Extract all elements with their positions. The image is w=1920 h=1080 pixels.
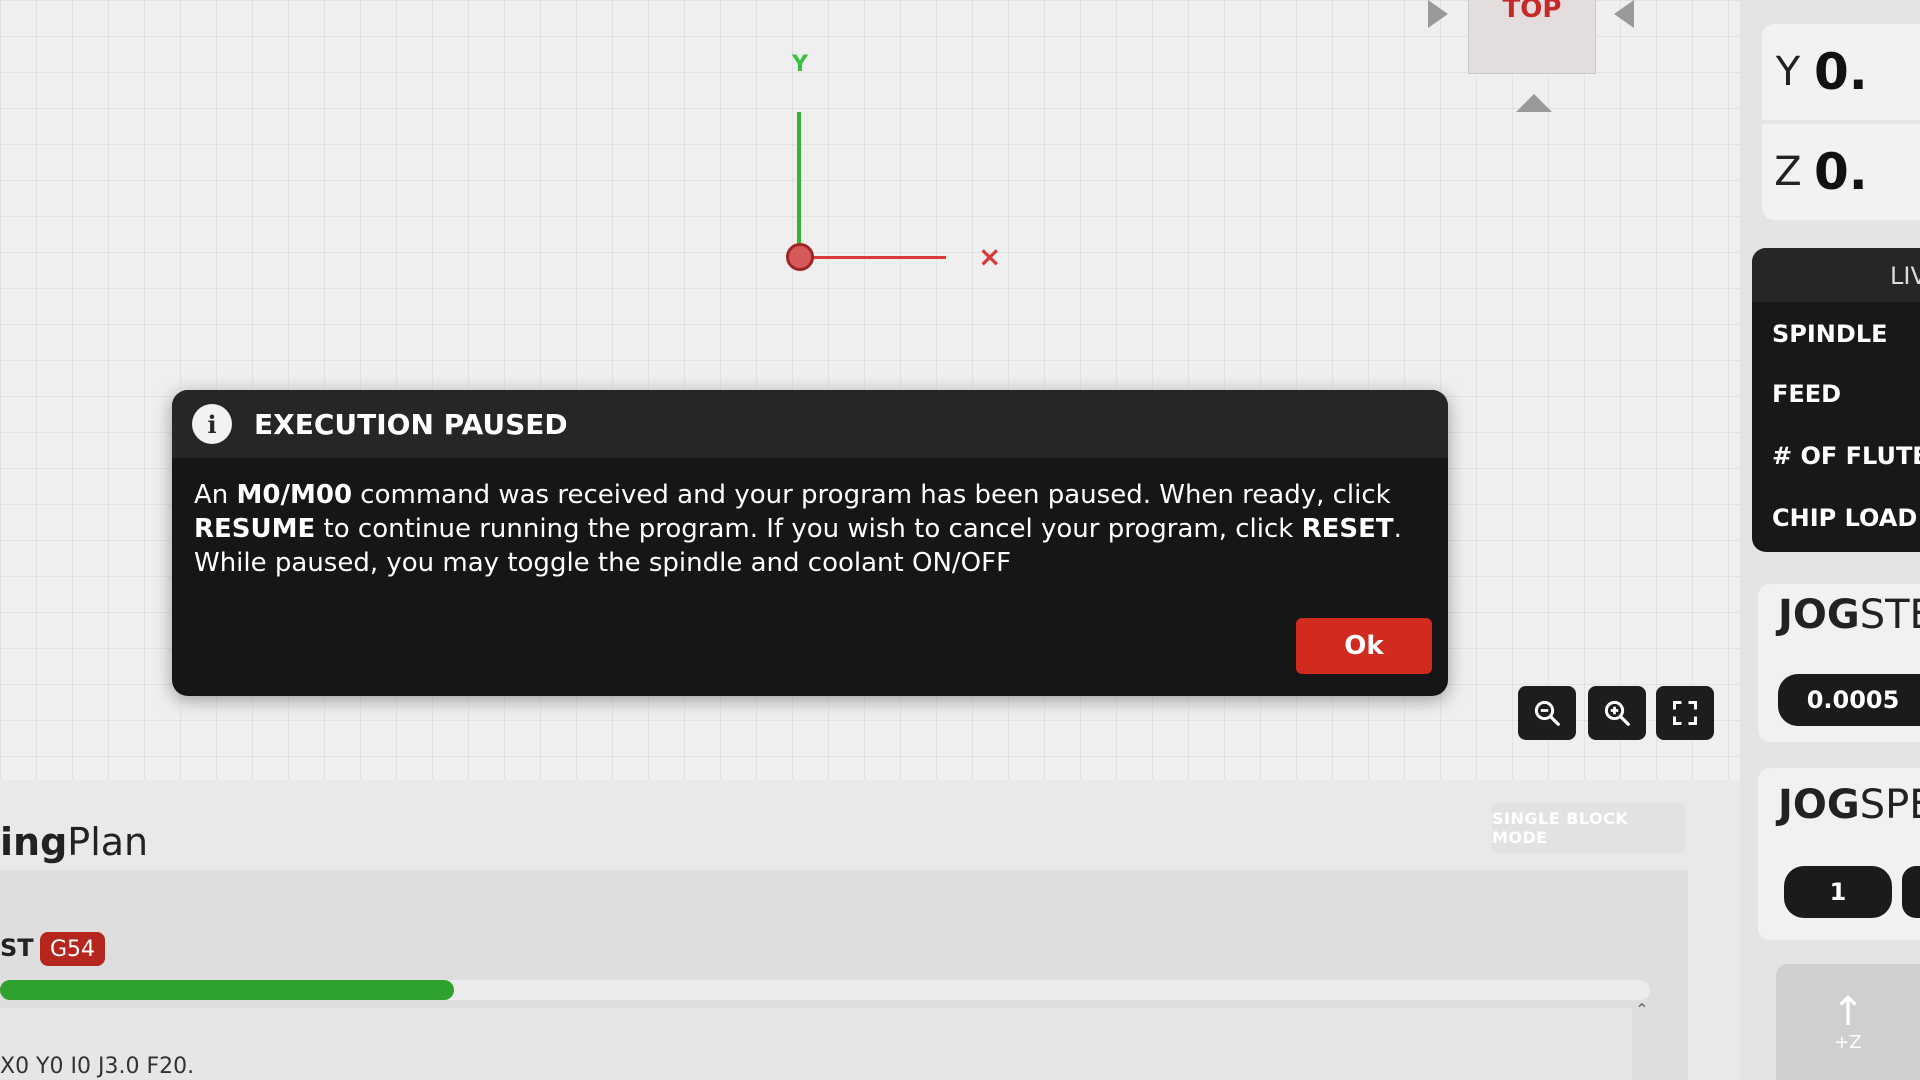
gcode-line: X0 Y0 I0 J3.0 F20.	[0, 1054, 195, 1079]
dialog-title: EXECUTION PAUSED	[254, 407, 568, 441]
jog-step-title-rest: STE	[1859, 592, 1920, 638]
live-feed-label: FEED	[1772, 380, 1842, 408]
zoom-out-button[interactable]	[1518, 686, 1576, 740]
fullscreen-icon	[1672, 700, 1698, 726]
view-cube-top[interactable]: TOP	[1468, 0, 1596, 74]
program-status: ST	[0, 934, 34, 962]
ok-button[interactable]: Ok	[1296, 618, 1432, 674]
dro-value-y: 0.	[1814, 43, 1868, 101]
zoom-in-button[interactable]	[1588, 686, 1646, 740]
origin-marker	[786, 243, 814, 271]
dro-axis-y: Y	[1775, 49, 1801, 95]
wcs-badge: G54	[40, 932, 106, 966]
jog-step-panel: JOGSTE 0.0005	[1758, 584, 1920, 742]
dialog-message: An M0/M00 command was received and your …	[172, 458, 1448, 580]
single-block-mode-button[interactable]: SINGLE BLOCK MODE	[1492, 802, 1686, 854]
progress-bar	[0, 980, 1650, 1000]
fullscreen-button[interactable]	[1656, 686, 1714, 740]
live-flutes-label: # OF FLUTES	[1772, 442, 1920, 470]
zoom-out-icon	[1534, 700, 1560, 726]
view-rotate-left-icon[interactable]	[1428, 0, 1448, 28]
arrow-up-icon: ↑	[1831, 988, 1865, 1035]
program-title-rest: Plan	[67, 820, 149, 864]
jog-z-plus-button[interactable]: ↑ +Z	[1776, 964, 1920, 1080]
progress-fill	[0, 980, 454, 1000]
program-title-bold: ing	[0, 820, 68, 864]
axis-x-line	[800, 256, 946, 259]
scroll-up-icon[interactable]: ⌃	[1632, 1000, 1652, 1022]
program-title: ingPlan	[0, 820, 148, 864]
live-chipload-label: CHIP LOAD	[1772, 504, 1918, 532]
dro-row-z[interactable]: Z 0.	[1762, 124, 1920, 220]
view-rotate-right-icon[interactable]	[1614, 0, 1634, 28]
jog-speed-value-button[interactable]: 1	[1784, 866, 1892, 918]
dialog-text-2: command was received and your program ha…	[352, 480, 1391, 510]
jog-step-title: JOGSTE	[1778, 592, 1920, 638]
jog-step-value-button[interactable]: 0.0005	[1778, 674, 1920, 726]
jog-speed-panel: JOGSPE 1	[1758, 768, 1920, 940]
live-panel: LIV SPINDLE FEED # OF FLUTES CHIP LOAD	[1752, 248, 1920, 552]
jog-speed-next-button[interactable]	[1902, 866, 1920, 918]
dialog-header: i EXECUTION PAUSED	[172, 390, 1448, 458]
live-spindle-label: SPINDLE	[1772, 320, 1888, 348]
dro-row-y[interactable]: Y 0.	[1762, 24, 1920, 120]
jog-speed-title: JOGSPE	[1778, 782, 1920, 828]
jog-speed-title-bold: JOG	[1778, 782, 1860, 828]
dialog-resume-word: RESUME	[194, 514, 316, 544]
dro-value-z: 0.	[1814, 143, 1868, 201]
jog-speed-title-rest: SPE	[1859, 782, 1920, 828]
view-cube-label: TOP	[1502, 0, 1562, 24]
zoom-in-icon	[1604, 700, 1630, 726]
dro-axis-z: Z	[1774, 149, 1802, 195]
jog-z-label: +Z	[1834, 1031, 1862, 1053]
jog-step-title-bold: JOG	[1778, 592, 1860, 638]
dialog-reset-word: RESET	[1301, 514, 1394, 544]
dialog-text-1: An	[194, 480, 237, 510]
execution-paused-dialog: i EXECUTION PAUSED An M0/M00 command was…	[172, 390, 1448, 696]
dialog-text-3: to continue running the program. If you …	[315, 514, 1302, 544]
view-rotate-up-icon[interactable]	[1516, 94, 1552, 112]
gcode-list[interactable]	[0, 1008, 1632, 1080]
dialog-code-m0: M0/M00	[236, 480, 353, 510]
axis-y-label: Y	[792, 52, 808, 77]
axis-x-label: ×	[978, 240, 1002, 273]
info-icon: i	[192, 404, 232, 444]
axis-y-line	[797, 112, 801, 256]
live-panel-header: LIV	[1752, 248, 1920, 302]
